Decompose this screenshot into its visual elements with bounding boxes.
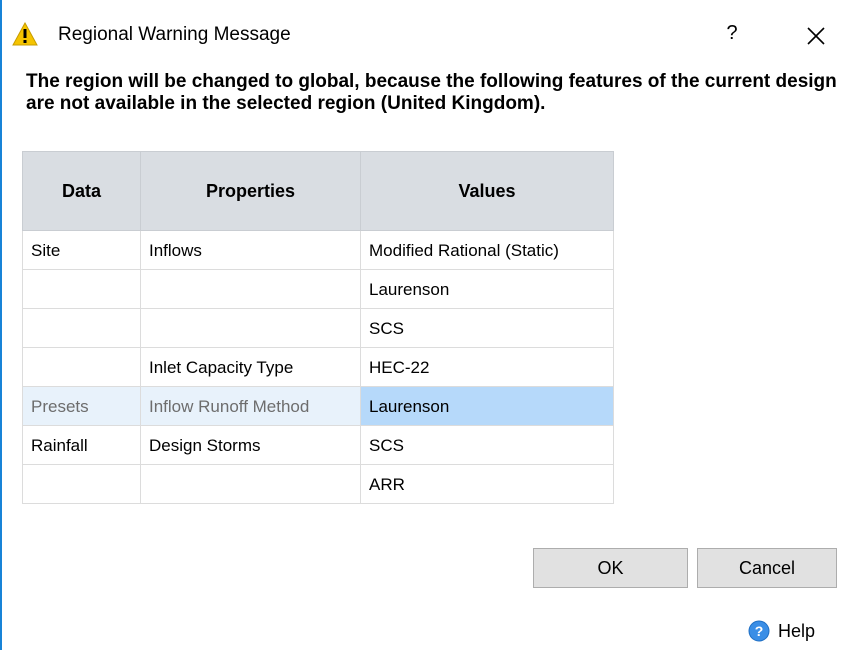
cell-value[interactable]: Modified Rational (Static) xyxy=(360,230,614,270)
cell-data[interactable]: Presets xyxy=(22,386,141,426)
window-title: Regional Warning Message xyxy=(58,24,291,45)
table-row[interactable]: ARR xyxy=(22,464,614,504)
cell-data[interactable] xyxy=(22,269,141,309)
help-label[interactable]: Help xyxy=(778,621,815,642)
cell-data[interactable]: Rainfall xyxy=(22,425,141,465)
cell-data[interactable]: Site xyxy=(22,230,141,270)
cell-data[interactable] xyxy=(22,347,141,387)
cell-value[interactable]: SCS xyxy=(360,425,614,465)
cell-property[interactable]: Inflows xyxy=(140,230,361,270)
warning-message: The region will be changed to global, be… xyxy=(26,71,837,114)
table-row[interactable]: Site Inflows Modified Rational (Static) xyxy=(22,230,614,270)
cell-value[interactable]: ARR xyxy=(360,464,614,504)
cell-data[interactable] xyxy=(22,464,141,504)
cancel-button[interactable]: Cancel xyxy=(697,548,837,588)
table-row-selected[interactable]: Presets Inflow Runoff Method Laurenson xyxy=(22,386,614,426)
column-header-values[interactable]: Values xyxy=(360,151,614,231)
cell-property[interactable]: Design Storms xyxy=(140,425,361,465)
cell-value[interactable]: SCS xyxy=(360,308,614,348)
cell-value-selected[interactable]: Laurenson xyxy=(360,386,614,426)
question-circle-icon: ? xyxy=(748,620,770,642)
help-question-button[interactable]: ? xyxy=(721,22,743,48)
warning-icon xyxy=(12,22,38,46)
window-border xyxy=(0,0,2,650)
cell-property[interactable] xyxy=(140,308,361,348)
close-icon[interactable] xyxy=(806,26,826,46)
svg-text:?: ? xyxy=(755,623,764,639)
column-header-properties[interactable]: Properties xyxy=(140,151,361,231)
table-row[interactable]: SCS xyxy=(22,308,614,348)
title-bar[interactable]: Regional Warning Message ? xyxy=(0,0,855,62)
cell-property[interactable]: Inlet Capacity Type xyxy=(140,347,361,387)
ok-button[interactable]: OK xyxy=(533,548,688,588)
cell-property[interactable] xyxy=(140,464,361,504)
table-row[interactable]: Laurenson xyxy=(22,269,614,309)
cell-value[interactable]: Laurenson xyxy=(360,269,614,309)
cell-property[interactable]: Inflow Runoff Method xyxy=(140,386,361,426)
cell-property[interactable] xyxy=(140,269,361,309)
cell-value[interactable]: HEC-22 xyxy=(360,347,614,387)
column-header-data[interactable]: Data xyxy=(22,151,141,231)
regional-warning-dialog: Regional Warning Message ? The region wi… xyxy=(0,0,855,650)
cell-data[interactable] xyxy=(22,308,141,348)
features-table: Data Properties Values Site Inflows Modi… xyxy=(22,151,614,511)
table-row[interactable]: Inlet Capacity Type HEC-22 xyxy=(22,347,614,387)
table-header-row: Data Properties Values xyxy=(22,151,614,231)
table-row[interactable]: Rainfall Design Storms SCS xyxy=(22,425,614,465)
